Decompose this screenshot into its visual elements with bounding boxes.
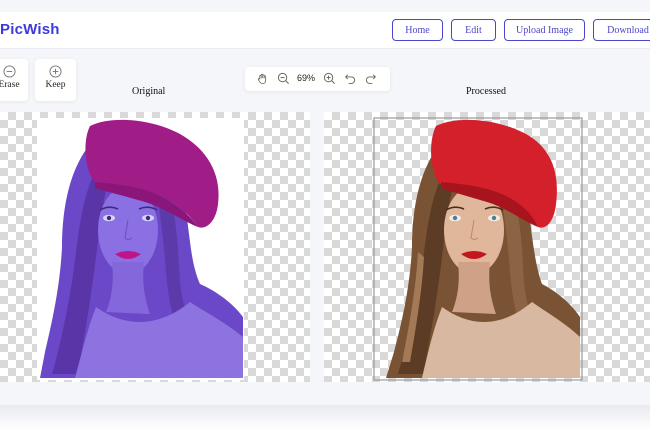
download-button[interactable]: Download <box>593 19 650 41</box>
hand-icon[interactable] <box>256 72 269 85</box>
top-navigation-bar: PicWish Home Edit Upload Image Download <box>0 12 650 49</box>
zoom-toolbar: 69% <box>245 67 390 91</box>
original-panel-label: Original <box>132 86 166 97</box>
redo-icon[interactable] <box>364 72 377 85</box>
editor-app: PicWish Home Edit Upload Image Download … <box>0 0 650 405</box>
erase-tool-button[interactable]: Erase <box>0 59 28 101</box>
erase-tool-label: Erase <box>0 80 20 90</box>
original-image-with-mask <box>37 118 244 380</box>
home-button[interactable]: Home <box>392 19 443 41</box>
edit-button[interactable]: Edit <box>451 19 496 41</box>
upload-image-button[interactable]: Upload Image <box>504 19 585 41</box>
app-logo[interactable]: PicWish <box>0 21 60 38</box>
processed-canvas[interactable] <box>324 112 650 382</box>
keep-tool-button[interactable]: Keep <box>35 59 76 101</box>
keep-tool-label: Keep <box>45 80 66 90</box>
zoom-in-icon[interactable] <box>323 72 336 85</box>
original-canvas[interactable] <box>0 112 310 382</box>
zoom-level: 69% <box>297 73 316 83</box>
minus-circle-icon <box>2 65 16 78</box>
processed-image <box>373 117 583 381</box>
plus-circle-icon <box>49 65 62 78</box>
page-footer-shadow <box>0 405 650 430</box>
zoom-out-icon[interactable] <box>277 72 290 85</box>
processed-panel-label: Processed <box>466 86 506 97</box>
undo-icon[interactable] <box>344 72 357 85</box>
